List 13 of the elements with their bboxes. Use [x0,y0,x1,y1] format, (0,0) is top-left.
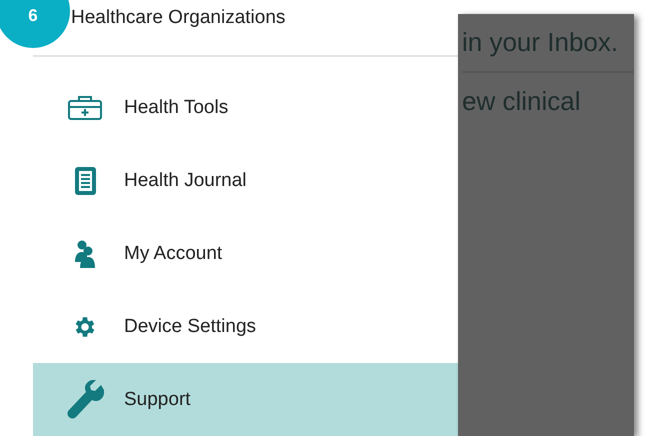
drawer-header: Healthcare Organizations [71,6,286,28]
menu-item[interactable]: Device Settings [33,290,458,363]
menu-item[interactable]: Support [33,363,458,436]
wrench-icon [66,380,104,420]
notebook-icon [72,166,96,196]
background-text: in your Inbox. [462,14,634,73]
background-text: ew clinical [462,85,582,118]
toolbox-icon [66,94,102,120]
people-icon [74,240,94,268]
step-badge: 6 [0,0,70,48]
menu-item[interactable]: My Account [33,217,458,290]
menu-item[interactable]: Health Tools [33,71,458,144]
menu-item[interactable]: Health Journal [33,144,458,217]
